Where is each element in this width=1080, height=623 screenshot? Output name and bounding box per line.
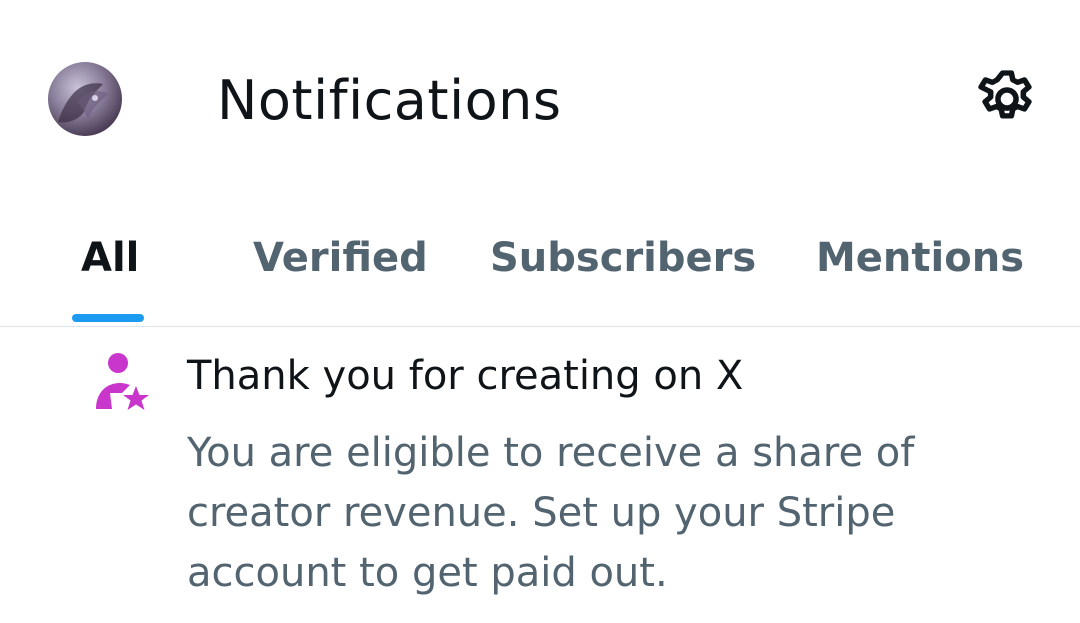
active-tab-indicator [72, 314, 144, 322]
settings-button[interactable] [972, 64, 1042, 134]
tab-mentions[interactable]: Mentions [816, 232, 1024, 284]
top-header: Notifications [0, 0, 1080, 200]
avatar[interactable] [48, 62, 122, 136]
tab-all[interactable]: All [81, 232, 139, 284]
creator-star-icon [92, 349, 152, 413]
notification-item[interactable]: Thank you for creating on X You are elig… [0, 327, 1080, 623]
avatar-image [58, 83, 108, 123]
gear-icon [978, 70, 1032, 119]
notification-body: You are eligible to receive a share of c… [187, 430, 915, 596]
tab-bar: All Verified Subscribers Mentions [0, 200, 1080, 327]
tab-verified[interactable]: Verified [253, 232, 428, 284]
page-title: Notifications [217, 69, 562, 132]
tab-subscribers[interactable]: Subscribers [490, 232, 756, 284]
notifications-page: Notifications All Verified Subscribers M… [0, 0, 1080, 623]
notification-title: Thank you for creating on X [187, 353, 744, 399]
